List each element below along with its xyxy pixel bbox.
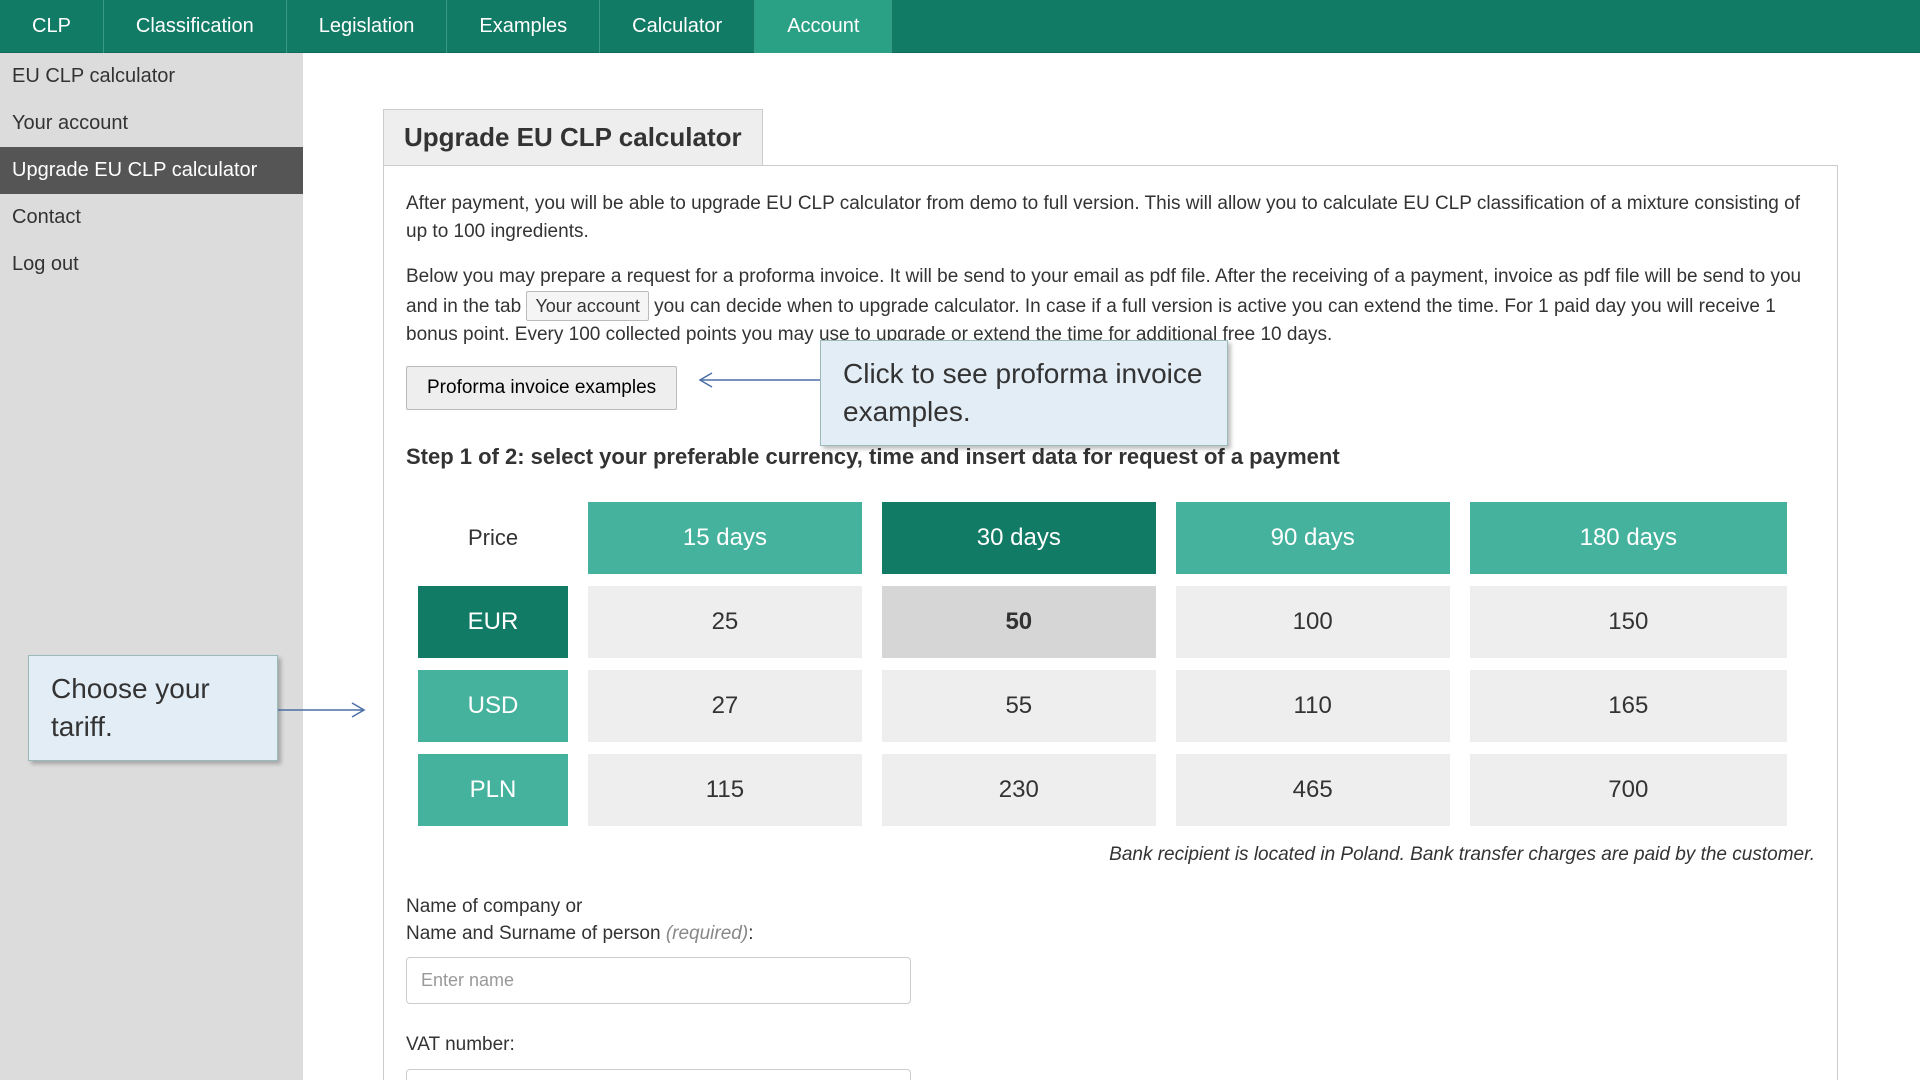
intro-paragraph-1: After payment, you will be able to upgra… [406, 190, 1815, 245]
price-eur-30[interactable]: 50 [882, 586, 1156, 658]
name-colon: : [748, 923, 753, 944]
your-account-chip[interactable]: Your account [526, 291, 648, 321]
price-row-usd: USD 27 55 110 165 [418, 670, 1787, 742]
price-usd-90[interactable]: 110 [1176, 670, 1450, 742]
price-pln-15[interactable]: 115 [588, 754, 862, 826]
nav-calculator[interactable]: Calculator [600, 0, 755, 53]
sidebar-item-contact[interactable]: Contact [0, 194, 303, 241]
price-pln-30[interactable]: 230 [882, 754, 1156, 826]
nav-clp[interactable]: CLP [0, 0, 104, 53]
period-30-days[interactable]: 30 days [882, 502, 1156, 574]
sidebar-item-logout[interactable]: Log out [0, 241, 303, 288]
step-heading: Step 1 of 2: select your preferable curr… [406, 444, 1815, 470]
nav-legislation[interactable]: Legislation [287, 0, 448, 53]
nav-account[interactable]: Account [755, 0, 892, 53]
price-eur-90[interactable]: 100 [1176, 586, 1450, 658]
intro-paragraph-2: Below you may prepare a request for a pr… [406, 263, 1815, 348]
price-table: Price 15 days 30 days 90 days 180 days E… [398, 490, 1807, 838]
price-pln-180[interactable]: 700 [1470, 754, 1787, 826]
name-label: Name of company or Name and Surname of p… [406, 894, 1815, 947]
price-header-row: Price 15 days 30 days 90 days 180 days [418, 502, 1787, 574]
currency-eur[interactable]: EUR [418, 586, 568, 658]
name-input[interactable] [406, 957, 911, 1004]
bank-note: Bank recipient is located in Poland. Ban… [406, 844, 1815, 866]
price-row-pln: PLN 115 230 465 700 [418, 754, 1787, 826]
proforma-examples-button[interactable]: Proforma invoice examples [406, 366, 677, 410]
name-required: (required) [666, 923, 748, 944]
price-corner-label: Price [418, 502, 568, 574]
nav-examples[interactable]: Examples [447, 0, 600, 53]
period-90-days[interactable]: 90 days [1176, 502, 1450, 574]
period-15-days[interactable]: 15 days [588, 502, 862, 574]
callout-tariff: Choose your tariff. [28, 655, 278, 761]
currency-pln[interactable]: PLN [418, 754, 568, 826]
upgrade-panel: After payment, you will be able to upgra… [383, 165, 1838, 1080]
price-usd-180[interactable]: 165 [1470, 670, 1787, 742]
callout-proforma: Click to see proforma invoice examples. [820, 340, 1228, 446]
price-eur-15[interactable]: 25 [588, 586, 862, 658]
top-nav: CLP Classification Legislation Examples … [0, 0, 1920, 53]
price-eur-180[interactable]: 150 [1470, 586, 1787, 658]
vat-input[interactable] [406, 1069, 911, 1080]
name-label-line2: Name and Surname of person [406, 923, 666, 944]
main-content: Upgrade EU CLP calculator After payment,… [303, 53, 1920, 1080]
vat-label: VAT number: [406, 1032, 1815, 1059]
name-label-line1: Name of company or [406, 896, 582, 917]
price-pln-90[interactable]: 465 [1176, 754, 1450, 826]
price-usd-15[interactable]: 27 [588, 670, 862, 742]
period-180-days[interactable]: 180 days [1470, 502, 1787, 574]
price-usd-30[interactable]: 55 [882, 670, 1156, 742]
panel-title: Upgrade EU CLP calculator [383, 109, 763, 166]
sidebar-item-your-account[interactable]: Your account [0, 100, 303, 147]
currency-usd[interactable]: USD [418, 670, 568, 742]
nav-classification[interactable]: Classification [104, 0, 287, 53]
price-row-eur: EUR 25 50 100 150 [418, 586, 1787, 658]
sidebar-item-upgrade[interactable]: Upgrade EU CLP calculator [0, 147, 303, 194]
sidebar-item-calculator[interactable]: EU CLP calculator [0, 53, 303, 100]
sidebar: EU CLP calculator Your account Upgrade E… [0, 53, 303, 1080]
